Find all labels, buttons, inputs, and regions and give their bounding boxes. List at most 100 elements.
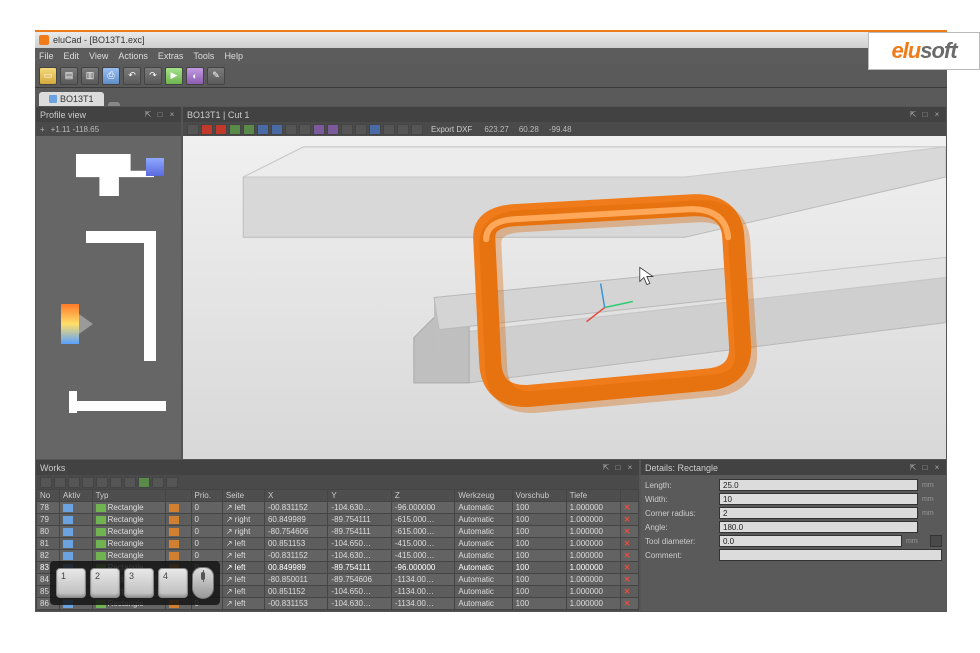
save-all-icon[interactable]: ▥: [81, 67, 99, 85]
table-row[interactable]: 80Rectangle0↗ right-80.754606-89.754111-…: [37, 526, 639, 538]
view-nx-icon[interactable]: [215, 124, 227, 135]
close-icon[interactable]: ×: [625, 463, 635, 473]
fit-icon[interactable]: [299, 124, 311, 135]
menu-file[interactable]: File: [39, 51, 54, 61]
open-icon[interactable]: ▭: [39, 67, 57, 85]
view-y-icon[interactable]: [229, 124, 241, 135]
redo-icon[interactable]: ↷: [144, 67, 162, 85]
menu-tools[interactable]: Tools: [193, 51, 214, 61]
filter-icon[interactable]: [124, 477, 136, 488]
titlebar: eluCad - [BO13T1.exc]: [35, 32, 947, 48]
table-row[interactable]: 81Rectangle0↗ left00.851153-104.650…-415…: [37, 538, 639, 550]
unit-label: mm: [922, 482, 942, 489]
close-icon[interactable]: ×: [167, 110, 177, 120]
iso-icon[interactable]: [285, 124, 297, 135]
tool-label: Tool diameter:: [645, 537, 715, 546]
col-No[interactable]: No: [37, 490, 60, 502]
close-icon[interactable]: ×: [932, 110, 942, 120]
table-row[interactable]: 82Rectangle0↗ left-00.831152-104.630…-41…: [37, 550, 639, 562]
pin-icon[interactable]: ⇱: [143, 110, 153, 120]
shade-icon[interactable]: [313, 124, 325, 135]
measure-icon[interactable]: [369, 124, 381, 135]
pin-icon[interactable]: ⇱: [601, 463, 611, 473]
delete-icon[interactable]: [54, 477, 66, 488]
close-icon[interactable]: ×: [932, 463, 942, 473]
snap-icon[interactable]: [355, 124, 367, 135]
col-Prio.[interactable]: Prio.: [191, 490, 222, 502]
col-Vorschub[interactable]: Vorschub: [512, 490, 566, 502]
col-Seite[interactable]: Seite: [222, 490, 264, 502]
view-nz-icon[interactable]: [271, 124, 283, 135]
menu-actions[interactable]: Actions: [118, 51, 148, 61]
viewport-svg: [183, 136, 946, 459]
grid-icon[interactable]: [341, 124, 353, 135]
table-row[interactable]: 78Rectangle0↗ left-00.831152-104.630…-96…: [37, 502, 639, 514]
details-title: Details: Rectangle: [645, 463, 718, 473]
tool-icon[interactable]: ✎: [207, 67, 225, 85]
layer-icon[interactable]: [397, 124, 409, 135]
readout-y: 60.28: [519, 125, 539, 134]
angle-label: Angle:: [645, 523, 715, 532]
tab-document[interactable]: BO13T1: [39, 92, 104, 106]
col-Aktiv[interactable]: Aktiv: [60, 490, 93, 502]
comment-field[interactable]: [719, 549, 942, 561]
unit-label: mm: [906, 538, 926, 545]
logo-part1: elu: [891, 38, 920, 63]
save-icon[interactable]: ▤: [60, 67, 78, 85]
play-icon[interactable]: [138, 477, 150, 488]
select-icon[interactable]: [187, 124, 199, 135]
view-x-icon[interactable]: [201, 124, 213, 135]
viewport-toolbar: Export DXF 623.27 60.28 -99.48: [183, 122, 946, 136]
wire-icon[interactable]: [327, 124, 339, 135]
col-Z[interactable]: Z: [391, 490, 454, 502]
corner-field[interactable]: [719, 507, 918, 519]
maximize-icon[interactable]: □: [920, 463, 930, 473]
menu-extras[interactable]: Extras: [158, 51, 184, 61]
angle-field[interactable]: [719, 521, 918, 533]
copy-icon[interactable]: [68, 477, 80, 488]
print-icon[interactable]: ⎙: [102, 67, 120, 85]
run-icon[interactable]: ▶: [165, 67, 183, 85]
paste-icon[interactable]: [82, 477, 94, 488]
pin-icon[interactable]: ⇱: [908, 110, 918, 120]
stop-icon[interactable]: [152, 477, 164, 488]
length-field[interactable]: [719, 479, 918, 491]
col-Werkzeug[interactable]: Werkzeug: [455, 490, 512, 502]
width-field[interactable]: [719, 493, 918, 505]
viewport-3d-canvas[interactable]: [183, 136, 946, 459]
menubar: File Edit View Actions Extras Tools Help: [35, 48, 947, 64]
width-label: Width:: [645, 495, 715, 504]
view-ny-icon[interactable]: [243, 124, 255, 135]
highlight-icon[interactable]: [166, 477, 178, 488]
maximize-icon[interactable]: □: [613, 463, 623, 473]
col-Y[interactable]: Y: [328, 490, 391, 502]
profile-canvas[interactable]: [36, 136, 181, 459]
export-dxf-button[interactable]: Export DXF: [431, 125, 472, 134]
add-icon[interactable]: [40, 477, 52, 488]
col-icon[interactable]: [166, 490, 191, 502]
col-Tiefe[interactable]: Tiefe: [566, 490, 620, 502]
maximize-icon[interactable]: □: [155, 110, 165, 120]
view-z-icon[interactable]: [257, 124, 269, 135]
col-X[interactable]: X: [264, 490, 327, 502]
maximize-icon[interactable]: □: [920, 110, 930, 120]
table-row[interactable]: 79Rectangle0↗ right60.849989-89.754111-6…: [37, 514, 639, 526]
works-title: Works: [40, 463, 65, 473]
menu-help[interactable]: Help: [224, 51, 243, 61]
export-icon[interactable]: [411, 124, 423, 135]
col-Typ[interactable]: Typ: [92, 490, 166, 502]
tool-field[interactable]: [719, 535, 902, 547]
col-icon[interactable]: [620, 490, 638, 502]
moveup-icon[interactable]: [96, 477, 108, 488]
works-header: Works ⇱ □ ×: [36, 460, 639, 475]
cursor-icon[interactable]: +: [40, 125, 45, 134]
settings-icon[interactable]: ◐: [186, 67, 204, 85]
movedown-icon[interactable]: [110, 477, 122, 488]
undo-icon[interactable]: ↶: [123, 67, 141, 85]
section-icon[interactable]: [383, 124, 395, 135]
menu-view[interactable]: View: [89, 51, 108, 61]
menu-edit[interactable]: Edit: [64, 51, 80, 61]
pin-icon[interactable]: ⇱: [908, 463, 918, 473]
comment-label: Comment:: [645, 551, 715, 560]
lock-icon[interactable]: [930, 535, 942, 547]
